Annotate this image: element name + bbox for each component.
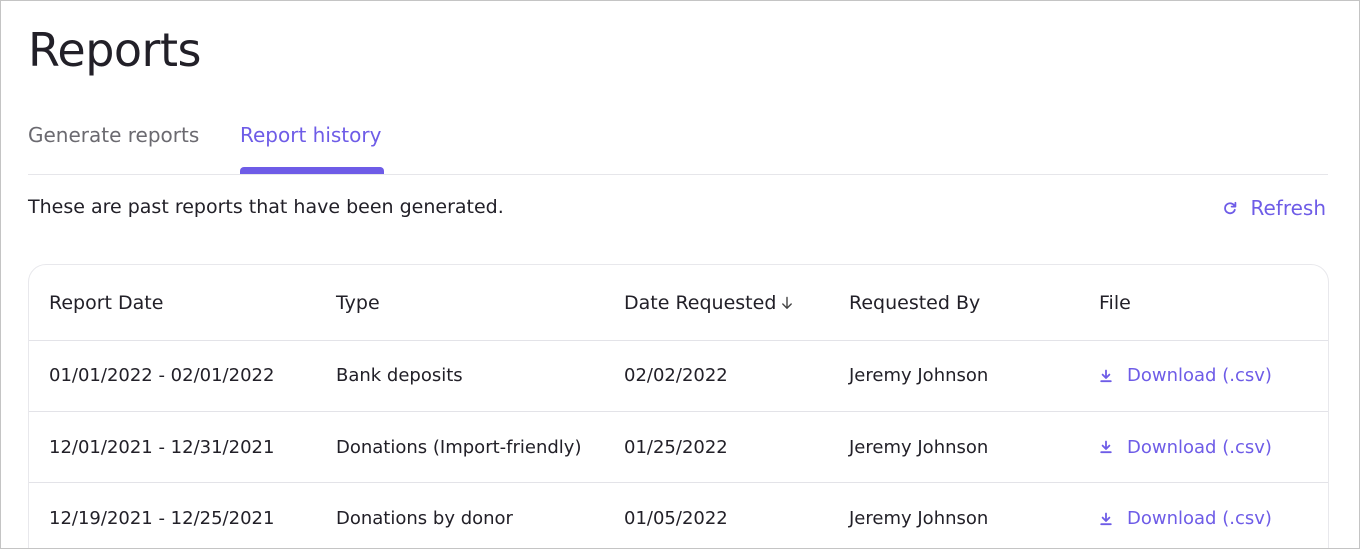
tab-report-history[interactable]: Report history [240,123,381,147]
page-title: Reports [28,23,201,77]
report-date-cell: 01/01/2022 - 02/01/2022 [49,365,275,386]
column-header-file: File [1099,291,1131,314]
refresh-label: Refresh [1250,196,1326,220]
column-header-type: Type [336,291,380,314]
refresh-icon [1224,201,1237,215]
download-csv-link[interactable]: Download (.csv) [1099,412,1272,482]
download-icon [1100,440,1112,454]
report-date-cell: 12/19/2021 - 12/25/2021 [49,508,275,529]
active-tab-indicator [240,167,384,174]
download-label: Download (.csv) [1127,508,1272,529]
table-row: 12/01/2021 - 12/31/2021 Donations (Impor… [29,412,1328,483]
column-header-date-requested[interactable]: Date Requested [624,265,794,340]
type-cell: Donations by donor [336,508,513,529]
download-csv-link[interactable]: Download (.csv) [1099,483,1272,548]
download-label: Download (.csv) [1127,365,1272,386]
arrow-down-icon [782,296,793,309]
date-requested-cell: 02/02/2022 [624,365,728,386]
requested-by-cell: Jeremy Johnson [849,436,989,458]
type-cell: Donations (Import-friendly) [336,436,582,458]
tab-generate-reports[interactable]: Generate reports [28,123,199,147]
type-cell: Bank deposits [336,365,463,386]
requested-by-cell: Jeremy Johnson [849,365,989,386]
report-date-cell: 12/01/2021 - 12/31/2021 [49,436,275,458]
table-row: 01/01/2022 - 02/01/2022 Bank deposits 02… [29,340,1328,412]
table-header-row: Report Date Type Date Requested Requeste… [29,265,1328,341]
date-requested-cell: 01/05/2022 [624,508,728,529]
download-icon [1100,369,1112,382]
report-history-table: Report Date Type Date Requested Requeste… [28,264,1329,548]
date-requested-cell: 01/25/2022 [624,436,728,458]
download-icon [1100,512,1112,525]
column-header-requested-by: Requested By [849,291,981,314]
table-row: 12/19/2021 - 12/25/2021 Donations by don… [29,483,1328,548]
download-label: Download (.csv) [1127,436,1272,458]
reports-page: Reports Generate reports Report history … [0,0,1360,549]
refresh-button[interactable]: Refresh [1222,196,1326,220]
report-tabs: Generate reports Report history [28,113,1328,175]
requested-by-cell: Jeremy Johnson [849,508,989,529]
column-header-date-requested-label: Date Requested [624,291,777,314]
page-description: These are past reports that have been ge… [28,196,504,218]
column-header-report-date: Report Date [49,291,164,314]
download-csv-link[interactable]: Download (.csv) [1099,340,1272,411]
